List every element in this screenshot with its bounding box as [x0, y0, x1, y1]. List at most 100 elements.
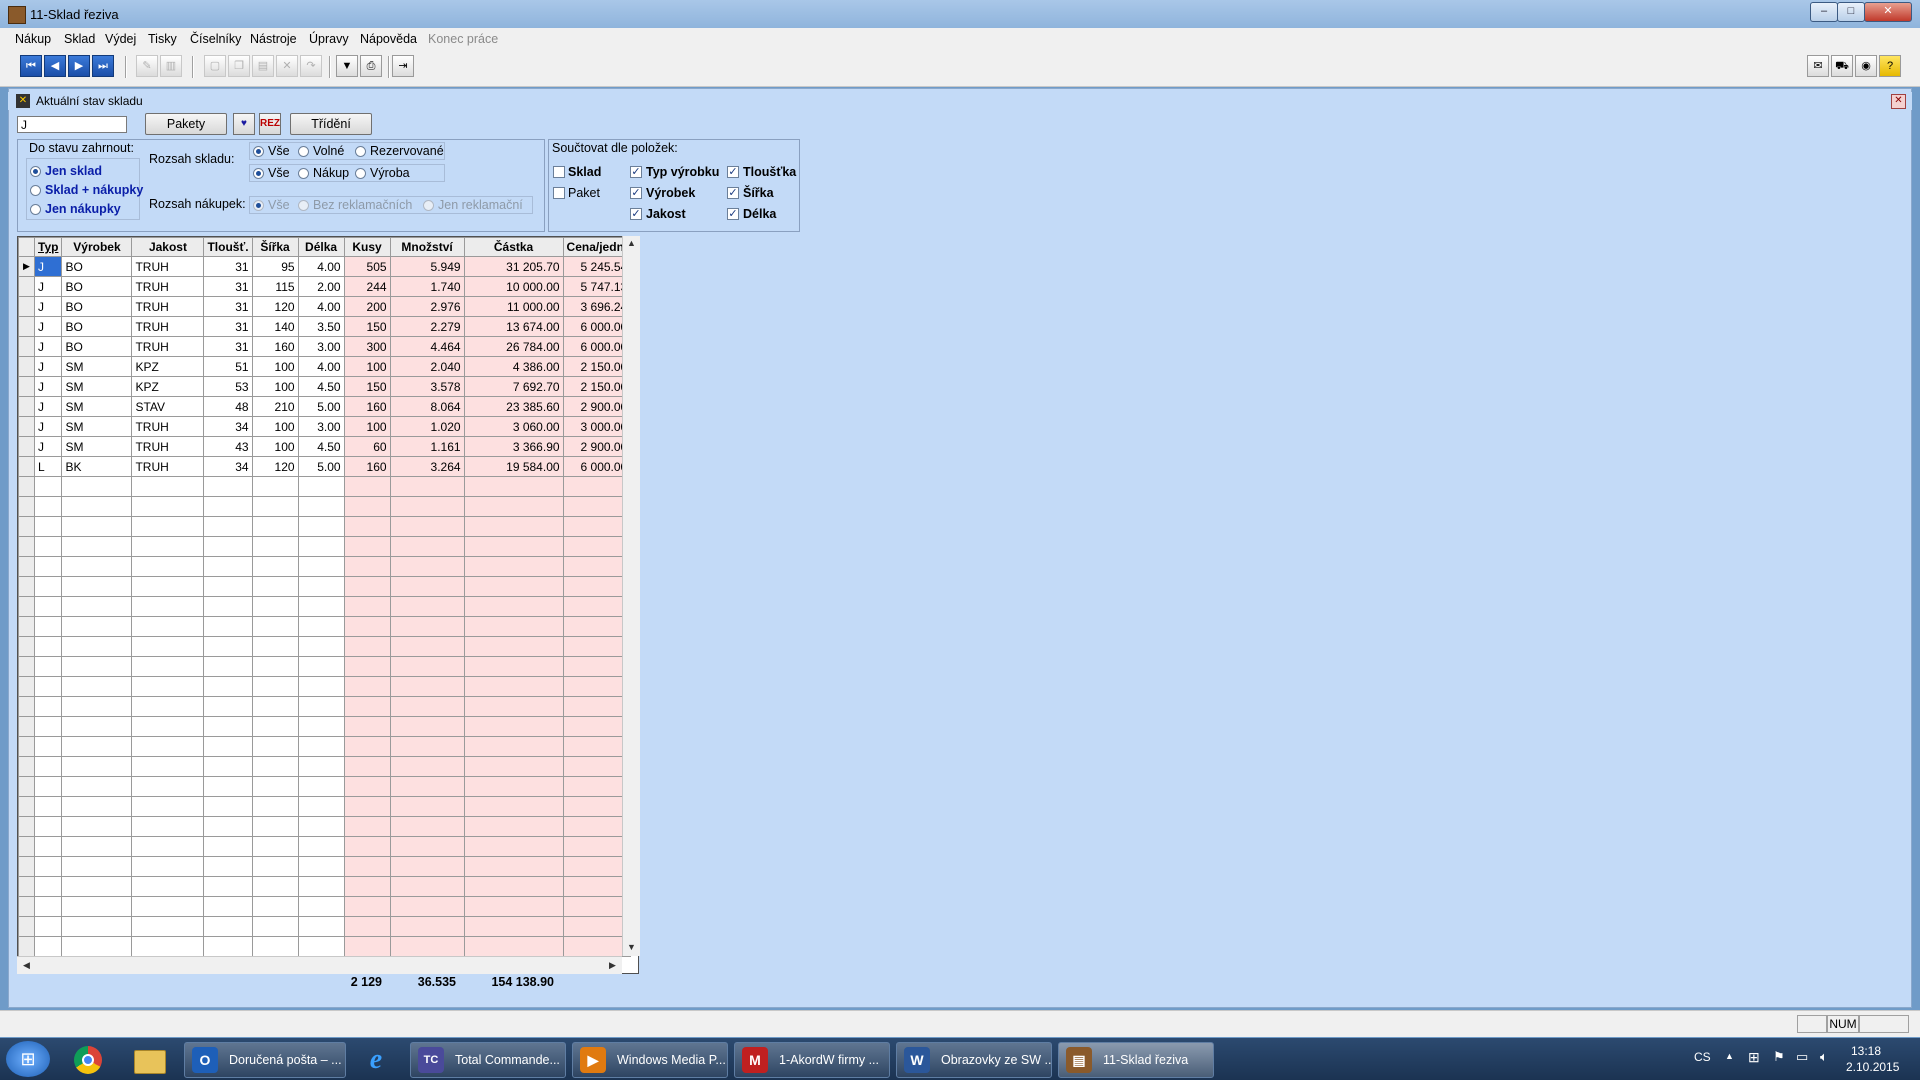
table-cell[interactable]: 60 — [343, 436, 391, 457]
table-cell[interactable]: J — [33, 416, 63, 437]
table-cell[interactable]: TRUH — [131, 276, 205, 297]
network-icon[interactable]: ▭ — [1796, 1049, 1808, 1065]
exit-icon[interactable]: ⇥ — [392, 55, 414, 77]
table-cell[interactable]: STAV — [131, 396, 205, 417]
maximize-button[interactable]: □ — [1837, 2, 1865, 22]
trideni-button[interactable]: Třídění — [290, 113, 372, 135]
table-cell[interactable]: 3.264 — [389, 456, 465, 477]
menu-upravy[interactable]: Úpravy — [309, 32, 349, 46]
table-cell[interactable]: BO — [61, 336, 133, 357]
table-cell[interactable]: 13 674.00 — [463, 316, 564, 337]
col-header-cena-jedn[interactable]: Cena/jedn. — [562, 237, 632, 257]
table-cell[interactable]: 5 245.54 — [562, 256, 632, 277]
table-cell[interactable]: BO — [61, 316, 133, 337]
table-cell[interactable]: 4.00 — [297, 356, 345, 377]
table-cell[interactable]: TRUH — [131, 256, 205, 277]
row-indicator[interactable] — [18, 436, 35, 457]
menu-sklad[interactable]: Sklad — [64, 32, 95, 46]
table-cell[interactable]: 5.949 — [389, 256, 465, 277]
table-cell[interactable]: 3.00 — [297, 416, 345, 437]
paste-record-icon[interactable]: ▤ — [252, 55, 274, 77]
table-cell[interactable]: 34 — [203, 416, 253, 437]
table-cell[interactable]: TRUH — [131, 416, 205, 437]
table-cell[interactable]: 48 — [203, 396, 253, 417]
table-cell[interactable]: L — [33, 456, 63, 477]
rez-filter-icon[interactable]: REZ — [259, 113, 281, 135]
table-cell[interactable]: 3 366.90 — [463, 436, 564, 457]
table-cell[interactable]: 5.00 — [297, 396, 345, 417]
table-cell[interactable]: 2.976 — [389, 296, 465, 317]
menu-vydej[interactable]: Výdej — [105, 32, 136, 46]
table-cell[interactable]: BO — [61, 276, 133, 297]
table-cell[interactable]: 31 — [203, 276, 253, 297]
col-header-vyrobek[interactable]: Výrobek — [61, 237, 133, 257]
table-cell[interactable]: J — [33, 296, 63, 317]
ie-icon[interactable]: e — [350, 1042, 402, 1078]
table-cell[interactable]: 2 150.00 — [562, 356, 632, 377]
note-icon[interactable]: ✉ — [1807, 55, 1829, 77]
table-cell[interactable]: 3.50 — [297, 316, 345, 337]
web-icon[interactable]: ◉ — [1855, 55, 1877, 77]
col-header-sirka[interactable]: Šířka — [251, 237, 299, 257]
table-cell[interactable]: 100 — [343, 356, 391, 377]
col-header-delka[interactable]: Délka — [297, 237, 345, 257]
table-cell[interactable]: 4 386.00 — [463, 356, 564, 377]
radio-sklad-volne[interactable] — [298, 146, 309, 157]
table-cell[interactable]: 300 — [343, 336, 391, 357]
table-cell[interactable]: 23 385.60 — [463, 396, 564, 417]
table-cell[interactable]: 6 000.00 — [562, 336, 632, 357]
prev-record-icon[interactable]: ◀ — [44, 55, 66, 77]
table-cell[interactable]: J — [33, 336, 63, 357]
scroll-up-icon[interactable]: ▲ — [627, 238, 636, 248]
table-cell[interactable]: 6 000.00 — [562, 456, 632, 477]
stock-grid[interactable]: Typ Výrobek Jakost Tloušť. Šířka Délka K… — [17, 236, 639, 974]
row-pointer-icon[interactable]: ▶ — [18, 256, 35, 277]
scroll-right-icon[interactable]: ▶ — [609, 960, 616, 971]
table-row[interactable]: J SM TRUH 34 100 3.00 100 1.020 3 060.00 3 000.00 — [18, 416, 632, 437]
table-cell[interactable]: 95 — [251, 256, 299, 277]
help-icon[interactable]: ? — [1879, 55, 1901, 77]
table-cell[interactable]: SM — [61, 356, 133, 377]
row-indicator[interactable] — [18, 376, 35, 397]
table-cell[interactable]: TRUH — [131, 336, 205, 357]
table-cell[interactable]: 150 — [343, 376, 391, 397]
last-record-icon[interactable]: ⏭ — [92, 55, 114, 77]
copy-record-icon[interactable]: ❐ — [228, 55, 250, 77]
table-cell[interactable]: BO — [61, 296, 133, 317]
table-cell[interactable]: 3.00 — [297, 336, 345, 357]
row-indicator[interactable] — [18, 316, 35, 337]
table-cell[interactable]: 140 — [251, 316, 299, 337]
table-cell[interactable]: 200 — [343, 296, 391, 317]
table-cell[interactable]: 5.00 — [297, 456, 345, 477]
col-header-mnozstvi[interactable]: Množství — [389, 237, 465, 257]
table-cell[interactable]: 2.040 — [389, 356, 465, 377]
table-cell[interactable]: 210 — [251, 396, 299, 417]
table-row[interactable]: J SM KPZ 53 100 4.50 150 3.578 7 692.70 2 150.00 — [18, 376, 632, 397]
radio-jen-nakupky[interactable] — [30, 204, 41, 215]
check-typ-vyrobku[interactable]: ✓ — [630, 166, 642, 178]
row-indicator[interactable] — [18, 416, 35, 437]
table-cell[interactable]: 160 — [251, 336, 299, 357]
table-row[interactable]: J SM TRUH 43 100 4.50 60 1.161 3 366.90 2 900.00 — [18, 436, 632, 457]
explorer-folder-icon[interactable] — [122, 1042, 174, 1078]
new-record-icon[interactable]: ▢ — [204, 55, 226, 77]
grid-vertical-scrollbar[interactable]: ▲ ▼ — [622, 236, 640, 956]
table-cell[interactable]: 31 — [203, 336, 253, 357]
table-row[interactable]: J SM KPZ 51 100 4.00 100 2.040 4 386.00 2 150.00 — [18, 356, 632, 377]
clock-date[interactable]: 2.10.2015 — [1846, 1060, 1899, 1074]
table-row[interactable]: J BO TRUH 31 160 3.00 300 4.464 26 784.00 6 000.0… — [18, 336, 632, 357]
start-button-icon[interactable]: ⊞ — [6, 1041, 50, 1077]
table-cell[interactable]: TRUH — [131, 436, 205, 457]
table-cell[interactable]: 2 900.00 — [562, 396, 632, 417]
table-cell[interactable]: 4.464 — [389, 336, 465, 357]
table-cell[interactable]: 244 — [343, 276, 391, 297]
radio-puvod-vyroba[interactable] — [355, 168, 366, 179]
check-sirka[interactable]: ✓ — [727, 187, 739, 199]
table-cell[interactable]: 3 000.00 — [562, 416, 632, 437]
table-cell[interactable]: 2.00 — [297, 276, 345, 297]
table-cell[interactable]: 19 584.00 — [463, 456, 564, 477]
light-filter-icon[interactable]: ♥ — [233, 113, 255, 135]
table-cell[interactable]: 5 747.13 — [562, 276, 632, 297]
table-cell[interactable]: SM — [61, 436, 133, 457]
table-cell[interactable]: 2 150.00 — [562, 376, 632, 397]
